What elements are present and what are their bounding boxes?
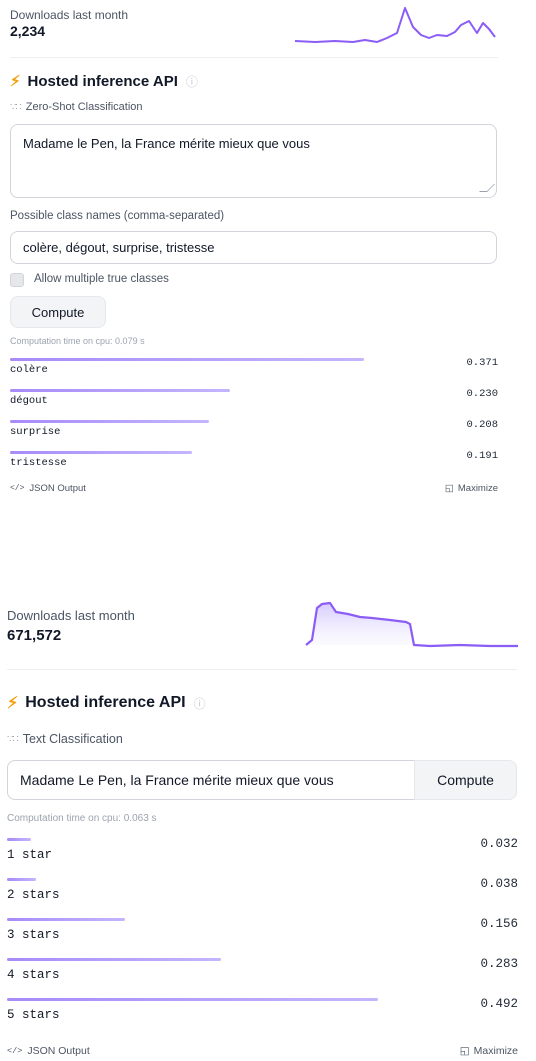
score-bar	[7, 998, 379, 1001]
maximize-label: Maximize	[457, 483, 498, 494]
sparkline-area	[306, 603, 414, 645]
result-score: 0.371	[466, 357, 498, 369]
input-textbox[interactable]: Madame Le Pen, la France mérite mieux qu…	[7, 760, 419, 800]
result-score: 0.191	[466, 450, 498, 462]
result-score: 0.032	[480, 837, 518, 851]
info-icon[interactable]: ⓘ	[186, 73, 198, 90]
result-label: 4 stars	[7, 968, 60, 982]
info-icon[interactable]: ⓘ	[194, 695, 206, 712]
compute-button[interactable]: Compute	[10, 296, 106, 328]
input-text: Madame Le Pen, la France mérite mieux qu…	[20, 772, 334, 788]
score-bar	[10, 420, 209, 423]
compute-button[interactable]: Compute	[414, 760, 517, 800]
results-list: 1 star 0.032 2 stars 0.038 3 stars 0.156 4 sta…	[0, 835, 536, 1035]
score-bar	[7, 958, 221, 961]
downloads-count: 2,234	[10, 23, 46, 39]
input-text: Madame le Pen, la France mérite mieux qu…	[23, 136, 310, 151]
task-type-label: Text Classification	[22, 732, 123, 746]
task-type: ∵∷ Zero-Shot Classification	[10, 101, 143, 113]
json-output-label: JSON Output	[29, 483, 86, 494]
task-icon: ∵∷	[7, 733, 19, 745]
result-label: 5 stars	[7, 1008, 60, 1022]
result-label: 2 stars	[7, 888, 60, 902]
input-textarea[interactable]: Madame le Pen, la France mérite mieux qu…	[10, 124, 497, 198]
result-label: surprise	[10, 426, 61, 438]
downloads-label: Downloads last month	[10, 8, 129, 22]
class-names-value: colère, dégout, surprise, tristesse	[23, 240, 215, 255]
multi-class-label: Allow multiple true classes	[34, 273, 169, 285]
score-bar	[7, 838, 32, 841]
downloads-sparkline	[305, 601, 518, 648]
score-bar	[10, 451, 193, 454]
code-icon: </>	[10, 484, 25, 493]
downloads-label: Downloads last month	[7, 608, 135, 623]
code-icon: </>	[7, 1046, 23, 1056]
multi-class-checkbox[interactable]	[10, 273, 24, 287]
computation-time: Computation time on cpu: 0.079 s	[10, 336, 145, 346]
task-type-label: Zero-Shot Classification	[25, 101, 143, 113]
api-title: ⚡︎ Hosted inference API ⓘ	[10, 72, 198, 91]
maximize-label: Maximize	[473, 1045, 518, 1057]
class-names-input[interactable]: colère, dégout, surprise, tristesse	[10, 231, 497, 264]
score-bar	[10, 358, 365, 361]
sparkline-line	[295, 7, 496, 43]
maximize-icon: ◱	[444, 483, 454, 494]
result-label: 1 star	[7, 848, 53, 862]
class-names-label: Possible class names (comma-separated)	[10, 210, 225, 222]
result-label: colère	[10, 364, 48, 376]
json-output-toggle[interactable]: </> JSON Output	[7, 1045, 90, 1057]
task-icon: ∵∷	[10, 101, 22, 113]
result-score: 0.208	[466, 419, 498, 431]
score-bar	[10, 389, 230, 392]
api-title: ⚡︎ Hosted inference API ⓘ	[7, 693, 206, 713]
task-type: ∵∷ Text Classification	[7, 732, 123, 746]
result-label: dégout	[10, 395, 48, 407]
score-bar	[7, 878, 36, 881]
score-bar	[7, 918, 125, 921]
lightning-icon: ⚡︎	[7, 695, 19, 712]
results-list: colère 0.371 dégout 0.230 surprise 0.208 trist…	[0, 355, 536, 475]
result-score: 0.230	[466, 388, 498, 400]
downloads-sparkline	[295, 7, 496, 43]
divider	[7, 669, 517, 670]
api-title-text: Hosted inference API	[27, 72, 178, 90]
result-label: 3 stars	[7, 928, 60, 942]
downloads-count: 671,572	[7, 627, 62, 644]
result-score: 0.038	[480, 877, 518, 891]
json-output-toggle[interactable]: </> JSON Output	[10, 483, 86, 494]
result-label: tristesse	[10, 457, 67, 469]
maximize-icon: ◱	[459, 1045, 470, 1057]
divider	[10, 57, 498, 58]
text-classification-widget-panel: Downloads last month 671,572 ⚡︎ Hosted i…	[0, 590, 536, 1061]
maximize-button[interactable]: ◱ Maximize	[460, 1045, 518, 1057]
result-score: 0.283	[480, 957, 518, 971]
api-title-text: Hosted inference API	[25, 694, 186, 711]
zero-shot-widget-panel: Downloads last month 2,234 ⚡︎ Hosted inf…	[0, 0, 536, 520]
result-score: 0.492	[480, 997, 518, 1011]
result-score: 0.156	[480, 917, 518, 931]
json-output-label: JSON Output	[27, 1045, 90, 1057]
resize-handle-icon[interactable]	[479, 184, 495, 192]
computation-time: Computation time on cpu: 0.063 s	[7, 813, 157, 824]
maximize-button[interactable]: ◱ Maximize	[445, 483, 498, 494]
lightning-icon: ⚡︎	[10, 73, 21, 90]
